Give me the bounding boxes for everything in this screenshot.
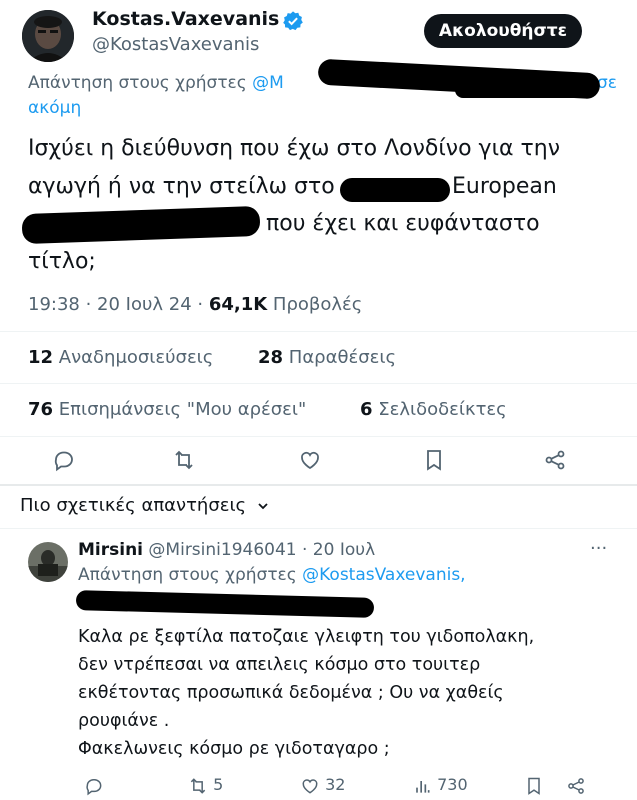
tweet-text-line: αγωγή ή να την στείλω στο — [28, 174, 335, 199]
redaction-mark — [340, 178, 450, 202]
share-icon[interactable] — [543, 448, 567, 472]
quotes-stat[interactable]: 28 Παραθέσεις — [258, 347, 396, 368]
redaction-mark — [455, 82, 590, 98]
likes-stat[interactable]: 76 Επισημάνσεις "Μου αρέσει" — [28, 399, 306, 420]
tweet-text-line: Ισχύει η διεύθυνση που έχω στο Λονδίνο γ… — [28, 136, 560, 161]
reply-to-more[interactable]: ακόμη — [28, 98, 81, 118]
chevron-down-icon — [256, 499, 270, 513]
repost-button[interactable]: 5 — [188, 775, 223, 796]
reply-icon[interactable] — [52, 448, 76, 472]
reply-text-line: ρουφιάνε . — [78, 711, 170, 731]
reply-text-line: Καλα ρε ξεφτίλα πατοζαιε γλειφτη του γιδ… — [78, 627, 535, 647]
tweet-text-line: European — [452, 174, 557, 199]
tweet-timestamp[interactable]: 19:38 · 20 Ιουλ 24 · 64,1K Προβολές — [28, 294, 362, 315]
author-handle[interactable]: @KostasVaxevanis — [92, 34, 259, 55]
more-options-icon[interactable]: ··· — [590, 538, 607, 559]
views-button[interactable]: 730 — [412, 775, 468, 796]
share-icon[interactable] — [566, 776, 586, 796]
reply-to-line: Απάντηση στους χρήστες @M — [28, 73, 284, 93]
verified-badge-icon — [282, 10, 304, 32]
author-name[interactable]: Kostas.Vaxevanis — [92, 8, 279, 30]
repost-count: 5 — [213, 775, 224, 794]
like-count: 32 — [325, 775, 346, 794]
views-count: 730 — [437, 775, 468, 794]
bookmark-icon[interactable] — [524, 776, 544, 796]
redaction-mark — [21, 205, 261, 245]
reply-to-tail[interactable]: σε — [597, 73, 617, 93]
views-count: 64,1K — [208, 294, 268, 315]
author-avatar[interactable] — [22, 10, 74, 62]
reply-text-line: εκθέτοντας προσωπικά δεδομένα ; Ου να χα… — [78, 683, 504, 703]
reply-icon[interactable] — [84, 776, 104, 796]
bookmarks-stat[interactable]: 6 Σελιδοδείκτες — [360, 399, 507, 420]
redaction-mark — [75, 590, 375, 618]
like-button[interactable]: 32 — [300, 775, 345, 796]
tweet-text-line: τίτλο; — [28, 249, 96, 274]
reply-mention[interactable]: @M — [252, 73, 284, 93]
reply-author-avatar[interactable] — [28, 542, 68, 582]
like-icon[interactable] — [298, 448, 322, 472]
like-icon — [300, 776, 320, 796]
repost-icon — [188, 776, 208, 796]
repost-icon[interactable] — [172, 448, 196, 472]
reply-reply-to-line: Απάντηση στους χρήστες @KostasVaxevanis, — [78, 565, 466, 585]
reposts-stat[interactable]: 12 Αναδημοσιεύσεις — [28, 347, 213, 368]
views-icon — [412, 776, 432, 796]
reply-mention[interactable]: @KostasVaxevanis, — [302, 565, 465, 585]
reply-text-line: Φακελωνεις κόσμο ρε γιδοταγαρο ; — [78, 739, 390, 759]
bookmark-icon[interactable] — [422, 448, 446, 472]
reply-author-line[interactable]: Mirsini @Mirsini1946041 · 20 Ιουλ — [78, 540, 375, 560]
replies-sort-dropdown[interactable]: Πιο σχετικές απαντήσεις — [20, 495, 270, 516]
reply-text-line: δεν ντρέπεσαι να απειλεις κόσμο στο τουι… — [78, 655, 481, 675]
follow-button[interactable]: Ακολουθήστε — [424, 14, 582, 48]
tweet-text-line: που έχει και ευφάνταστο — [266, 211, 540, 236]
